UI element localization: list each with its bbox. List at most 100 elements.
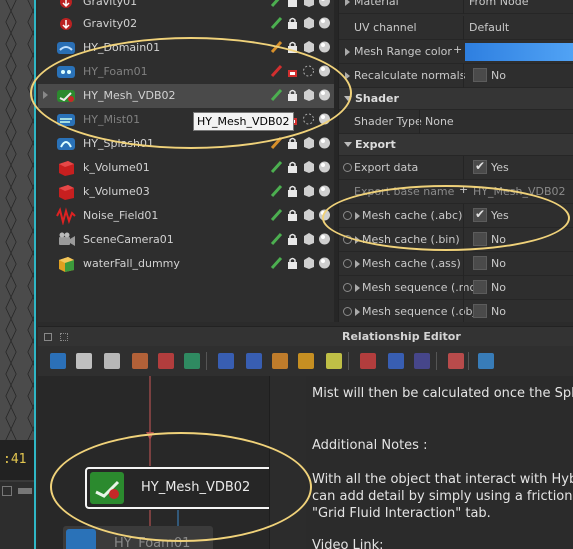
prop-mesh-cache-ass[interactable]: Mesh cache (.ass) No [339, 252, 573, 276]
disconnect-icon[interactable] [388, 353, 404, 369]
outliner-row[interactable]: waterFall_dummy [38, 252, 338, 276]
paint-brush-icon[interactable] [270, 16, 283, 30]
lock-icon[interactable] [286, 136, 299, 150]
render-sphere-icon[interactable] [318, 208, 331, 222]
dock-icon[interactable] [44, 333, 52, 341]
outliner-row[interactable]: k_Volume01 [38, 156, 338, 180]
paint-brush-icon[interactable] [270, 64, 283, 78]
hierarchy-icon[interactable] [478, 353, 494, 369]
group-icon[interactable] [298, 353, 314, 369]
expand-arrow-icon[interactable] [355, 284, 360, 292]
paint-brush-icon[interactable] [270, 232, 283, 246]
expand-arrow-icon[interactable] [355, 236, 360, 244]
render-sphere-icon[interactable] [318, 40, 331, 54]
prop-shader-type[interactable]: Shader Type None [339, 110, 573, 134]
paint-brush-icon[interactable] [270, 208, 283, 222]
render-sphere-icon[interactable] [318, 16, 331, 30]
connect-icon[interactable] [360, 353, 376, 369]
prop-shader-type-value[interactable]: None [425, 115, 454, 128]
float-icon[interactable] [60, 333, 68, 341]
maximize-icon[interactable] [2, 486, 12, 496]
prop-export-data[interactable]: Export data Yes [339, 156, 573, 180]
prop-mesh-seq-obj[interactable]: Mesh sequence (.obj) No [339, 300, 573, 322]
expand-arrow-icon[interactable] [43, 91, 48, 99]
animate-radio-icon[interactable] [343, 307, 352, 316]
expand-arrow-icon[interactable] [355, 260, 360, 268]
add-key-button[interactable]: + [459, 183, 468, 196]
paint-brush-icon[interactable] [270, 88, 283, 102]
lock-icon[interactable] [286, 16, 299, 30]
expand-arrow-icon[interactable] [345, 0, 350, 6]
layout-icon[interactable] [272, 353, 288, 369]
lock-icon[interactable] [286, 160, 299, 174]
prop-uv-channel[interactable]: UV channel Default [339, 16, 573, 40]
prop-mesh-cache-abc[interactable]: Mesh cache (.abc) Yes [339, 204, 573, 228]
lock-icon[interactable] [286, 184, 299, 198]
section-shader[interactable]: Shader [339, 88, 573, 110]
viewport-panel[interactable]: :41 [0, 0, 36, 549]
camera-snapshot-icon[interactable] [104, 353, 120, 369]
lock-icon[interactable] [286, 88, 299, 102]
expand-arrow-icon[interactable] [345, 48, 350, 56]
outliner-row[interactable]: k_Volume03 [38, 180, 338, 204]
render-sphere-icon[interactable] [318, 0, 331, 8]
collapse-arrow-icon[interactable] [344, 96, 352, 101]
render-sphere-icon[interactable] [318, 64, 331, 78]
outliner-row[interactable]: Gravity02 [38, 12, 338, 36]
prop-recalc-normals[interactable]: Recalculate normals No [339, 64, 573, 88]
render-sphere-icon[interactable] [318, 160, 331, 174]
expand-arrow-icon[interactable] [355, 212, 360, 220]
visibility-cube-icon[interactable] [302, 40, 315, 54]
import-icon[interactable] [184, 353, 200, 369]
editor-splitter[interactable] [270, 376, 306, 549]
expand-arrow-icon[interactable] [355, 308, 360, 316]
render-sphere-icon[interactable] [318, 88, 331, 102]
add-key-button[interactable]: + [453, 43, 462, 56]
visibility-cube-icon[interactable] [302, 232, 315, 246]
render-sphere-icon[interactable] [318, 256, 331, 270]
lock-icon[interactable] [286, 40, 299, 54]
mesh-seq-obj-checkbox[interactable] [473, 304, 487, 318]
lock-icon[interactable] [286, 0, 299, 8]
outliner-row[interactable]: HY_Mesh_VDB02 [38, 84, 338, 108]
zoom-fit-icon[interactable] [218, 353, 234, 369]
visibility-cube-icon[interactable] [302, 88, 315, 102]
visibility-cube-icon[interactable] [302, 64, 315, 78]
prop-mesh-range-color[interactable]: Mesh Range color + [339, 40, 573, 64]
graph-node-mesh-vdb[interactable]: HY_Mesh_VDB02 [85, 467, 269, 509]
render-sphere-icon[interactable] [318, 232, 331, 246]
note-icon[interactable] [326, 353, 342, 369]
visibility-cube-icon[interactable] [302, 136, 315, 150]
visibility-cube-icon[interactable] [302, 160, 315, 174]
prop-mesh-seq-md[interactable]: Mesh sequence (.md) No [339, 276, 573, 300]
visibility-cube-icon[interactable] [302, 0, 315, 8]
prop-material-value[interactable]: From Node [469, 0, 528, 8]
visibility-cube-icon[interactable] [302, 112, 315, 126]
paint-brush-icon[interactable] [270, 256, 283, 270]
lock-icon[interactable] [286, 256, 299, 270]
mesh-cache-bin-checkbox[interactable] [473, 232, 487, 246]
graph-node-foam[interactable]: HY_Foam01 [63, 526, 213, 549]
mesh-seq-md-checkbox[interactable] [473, 280, 487, 294]
collapse-arrow-icon[interactable] [344, 142, 352, 147]
outliner-row[interactable]: HY_Splash01 [38, 132, 338, 156]
mesh-cache-abc-checkbox[interactable] [473, 207, 487, 222]
prop-mesh-cache-bin[interactable]: Mesh cache (.bin) No [339, 228, 573, 252]
lock-icon[interactable] [286, 64, 299, 78]
paint-brush-icon[interactable] [270, 184, 283, 198]
animate-radio-icon[interactable] [343, 211, 352, 220]
animate-radio-icon[interactable] [343, 235, 352, 244]
recalc-normals-checkbox[interactable] [473, 68, 487, 82]
section-export[interactable]: Export [339, 134, 573, 156]
outliner-row[interactable]: HY_Domain01 [38, 36, 338, 60]
color-gradient-swatch[interactable] [465, 43, 573, 61]
arrange-icon[interactable] [414, 353, 430, 369]
notes-panel[interactable]: Mist will then be calculated once the Sp… [306, 376, 573, 549]
visibility-cube-icon[interactable] [302, 16, 315, 30]
lock-icon[interactable] [286, 208, 299, 222]
add-node-icon[interactable] [50, 353, 66, 369]
outliner-row[interactable]: SceneCamera01 [38, 228, 338, 252]
paint-brush-icon[interactable] [270, 160, 283, 174]
prop-material[interactable]: Material From Node [339, 0, 573, 14]
mesh-cache-ass-checkbox[interactable] [473, 256, 487, 270]
